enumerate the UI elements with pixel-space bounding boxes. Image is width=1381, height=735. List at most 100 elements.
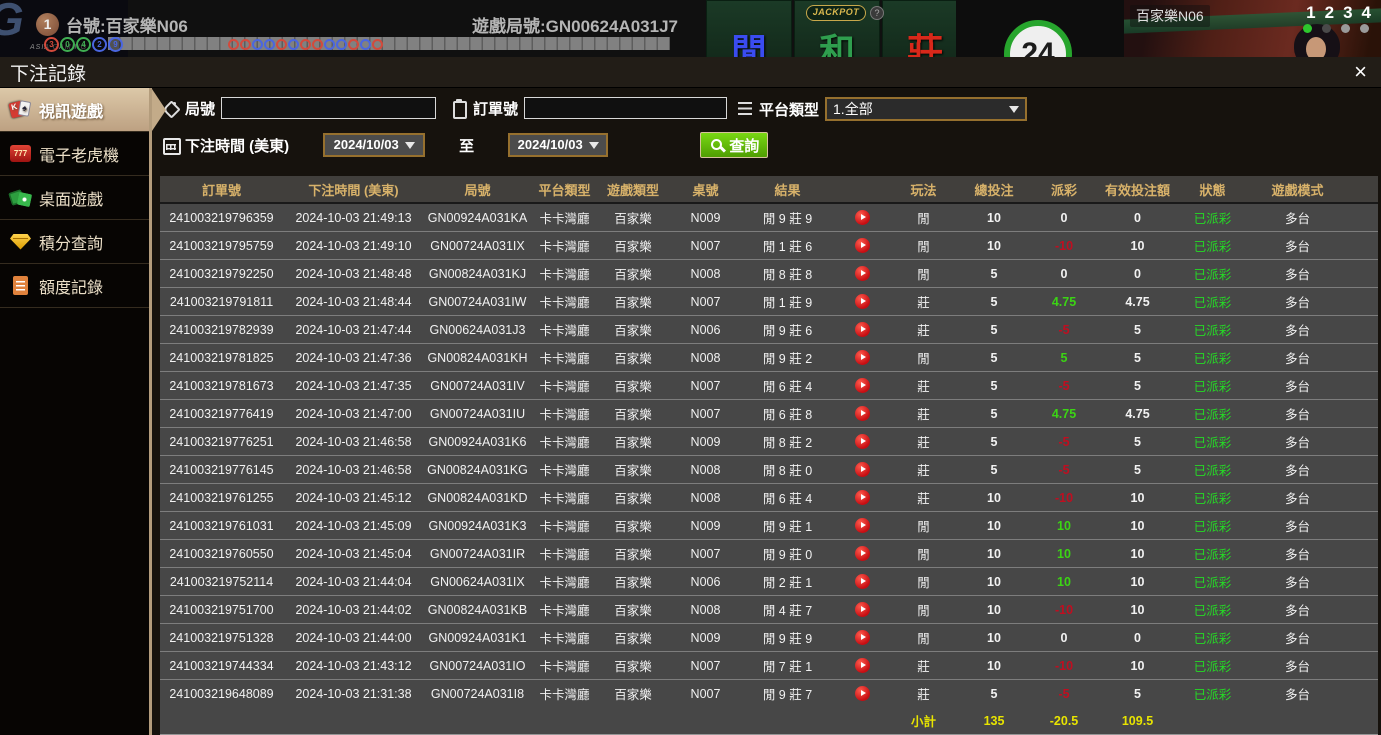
modal-body: 視訊遊戲 電子老虎機 桌面遊戲 積分查詢 額度記錄 局號 訂單號 [0,88,1381,735]
cell-filler [1350,399,1378,428]
play-replay-button[interactable] [854,266,870,282]
cell-game-type: 百家樂 [598,287,668,316]
cell-bet-time: 2024-10-03 21:45:04 [283,539,424,568]
table-row: 241003219776145 2024-10-03 21:46:58 GN00… [160,455,1378,484]
cell-replay [832,371,892,400]
sidebar-item-points[interactable]: 積分查詢 [0,220,149,264]
cell-order-no: 241003219648089 [160,679,283,707]
cell-valid-bet: 0 [1095,259,1180,288]
date-from-picker[interactable]: 2024/10/03 [323,133,426,157]
cell-order-no: 241003219751700 [160,595,283,624]
cell-platform: 卡卡灣廳 [531,343,598,372]
cell-round-no: GN00724A031IR [424,539,531,568]
play-replay-button[interactable] [854,658,870,674]
cell-filler [1350,679,1378,707]
cam-number[interactable]: 3 [1343,3,1352,23]
play-replay-button[interactable] [854,686,870,702]
cell-wager-type: 莊 [892,427,955,456]
cell-wager-type: 莊 [892,455,955,484]
search-button[interactable]: 查詢 [700,132,769,158]
sidebar-item-slots[interactable]: 電子老虎機 [0,132,149,176]
table-row: 241003219761031 2024-10-03 21:45:09 GN00… [160,511,1378,540]
platform-select[interactable]: 1.全部 [825,97,1028,121]
platform-list-icon [736,100,754,118]
cam-number[interactable]: 1 [1306,3,1315,23]
play-replay-button[interactable] [854,462,870,478]
cell-filler [1350,567,1378,596]
play-replay-button[interactable] [854,574,870,590]
cell-table-no: N009 [668,203,743,232]
cell-filler [1350,231,1378,260]
cell-order-no: 241003219782939 [160,315,283,344]
round-number-input[interactable] [221,97,437,119]
date-to-picker[interactable]: 2024/10/03 [508,133,609,157]
document-icon [9,275,33,297]
play-replay-button[interactable] [854,546,870,562]
table-row: 241003219776251 2024-10-03 21:46:58 GN00… [160,427,1378,456]
cell-replay [832,539,892,568]
cam-dot [1322,24,1331,33]
cell-game-mode: 多台 [1245,483,1350,512]
video-table-title: 百家樂N06 [1130,5,1210,27]
bet-zone-player[interactable]: 閒 [706,0,792,57]
cam-number[interactable]: 2 [1325,3,1334,23]
play-replay-button[interactable] [854,350,870,366]
cell-order-no: 241003219781825 [160,343,283,372]
play-replay-button[interactable] [854,406,870,422]
cell-game-mode: 多台 [1245,595,1350,624]
play-replay-button[interactable] [854,210,870,226]
column-header: 下注時間 (美東) [283,176,424,204]
sidebar-item-label: 桌面遊戲 [39,191,104,209]
order-number-input[interactable] [524,97,728,119]
close-icon[interactable]: × [1350,61,1371,83]
cell-valid-bet: 4.75 [1095,399,1180,428]
cell-wager-type: 閒 [892,539,955,568]
roadmap-grid [108,37,670,50]
play-replay-button[interactable] [854,294,870,310]
play-replay-button[interactable] [854,602,870,618]
search-button-label: 查詢 [729,137,760,155]
date-from-value: 2024/10/03 [333,137,399,152]
cell-wager-type: 閒 [892,343,955,372]
cell-valid-bet: 5 [1095,315,1180,344]
cell-order-no: 241003219751328 [160,623,283,652]
play-replay-button[interactable] [854,518,870,534]
subtotal-total-bet: 135 [955,707,1033,735]
cell-game-mode: 多台 [1245,203,1350,232]
cell-game-type: 百家樂 [598,567,668,596]
cam-number[interactable]: 4 [1362,3,1371,23]
cell-total-bet: 5 [955,399,1033,428]
cell-game-type: 百家樂 [598,455,668,484]
play-replay-button[interactable] [854,378,870,394]
play-replay-button[interactable] [854,322,870,338]
cell-platform: 卡卡灣廳 [531,427,598,456]
road-dot [300,39,311,50]
sidebar-item-credit-records[interactable]: 額度記錄 [0,264,149,308]
cell-order-no: 241003219760550 [160,539,283,568]
sidebar-item-table-games[interactable]: 桌面遊戲 [0,176,149,220]
cell-status: 已派彩 [1180,231,1245,260]
cell-result: 閒 4 莊 7 [743,595,832,624]
cell-filler [1350,483,1378,512]
cell-wager-type: 莊 [892,483,955,512]
cell-replay [832,427,892,456]
cell-game-mode: 多台 [1245,567,1350,596]
cell-result: 閒 2 莊 1 [743,567,832,596]
cell-valid-bet: 10 [1095,511,1180,540]
cell-platform: 卡卡灣廳 [531,259,598,288]
cell-game-type: 百家樂 [598,623,668,652]
cell-bet-time: 2024-10-03 21:44:04 [283,567,424,596]
play-replay-button[interactable] [854,630,870,646]
cell-bet-time: 2024-10-03 21:47:44 [283,315,424,344]
play-replay-button[interactable] [854,490,870,506]
table-header-row: 訂單號 下注時間 (美東) 局號 平台類型 遊戲類型 桌號 結果 玩法 總投注 派彩 有效投注額 狀態… [160,176,1378,204]
cell-round-no: GN00824A031KH [424,343,531,372]
road-dot [312,39,323,50]
bead-marker: 3 [44,37,59,52]
cell-replay [832,567,892,596]
sidebar-item-video-games[interactable]: 視訊遊戲 [0,88,149,132]
play-replay-button[interactable] [854,434,870,450]
dominoes-icon [9,187,33,209]
jackpot-help-icon[interactable]: ? [870,6,884,20]
play-replay-button[interactable] [854,238,870,254]
